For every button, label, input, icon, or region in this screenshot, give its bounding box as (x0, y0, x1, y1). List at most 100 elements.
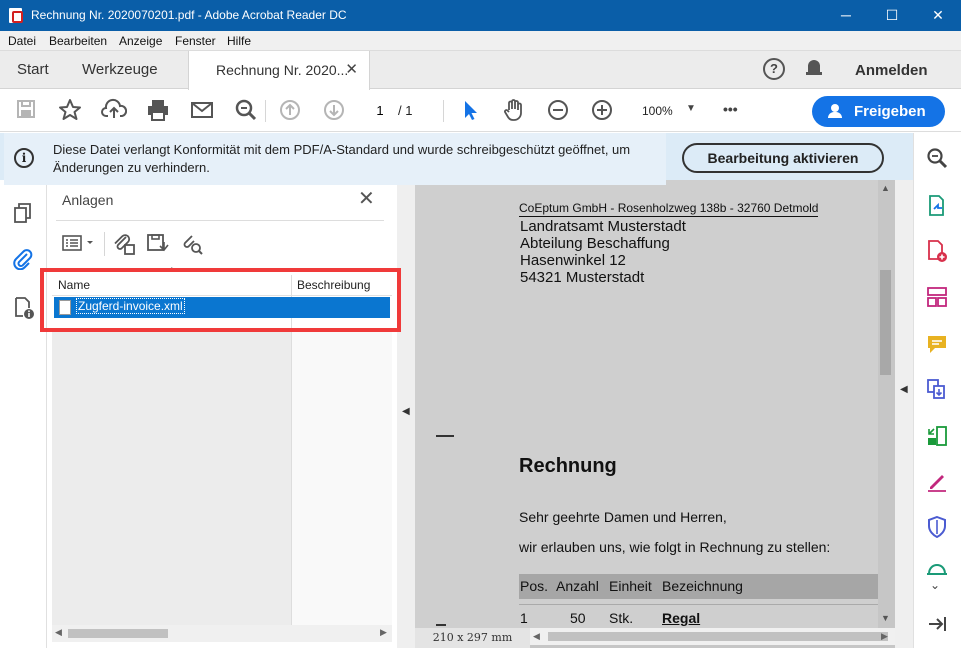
address-line: Landratsamt Musterstadt (520, 218, 686, 235)
window-title: Rechnung Nr. 2020070201.pdf - Adobe Acro… (31, 8, 347, 22)
close-button[interactable]: ✕ (915, 0, 961, 31)
comment-icon[interactable] (926, 333, 948, 355)
help-icon[interactable]: ? (763, 58, 785, 80)
save-icon[interactable] (13, 98, 39, 124)
zoom-search-icon[interactable] (926, 147, 948, 169)
search-icon[interactable] (233, 98, 259, 124)
document-properties-icon[interactable] (12, 296, 34, 319)
sender-line: CoEptum GmbH - Rosenholzweg 138b - 32760… (519, 201, 819, 217)
panel-close-icon[interactable]: ✕ (358, 186, 375, 211)
page-size-label: 210 x 297 mm (415, 628, 530, 648)
more-tools-icon[interactable]: ••• (723, 101, 738, 117)
print-icon[interactable] (145, 98, 171, 124)
share-button[interactable]: Freigeben (812, 96, 945, 127)
tab-start[interactable]: Start (17, 51, 49, 89)
options-menu-icon[interactable] (62, 232, 98, 256)
table-header-cell: Anzahl (556, 578, 599, 594)
compress-pdf-icon[interactable] (926, 425, 948, 447)
export-pdf-icon[interactable] (926, 195, 948, 217)
table-header-cell: Pos. (520, 578, 549, 594)
signin-button[interactable]: Anmelden (855, 62, 928, 79)
page-up-icon[interactable] (277, 98, 303, 124)
search-attachment-icon[interactable] (180, 232, 204, 256)
hand-tool-icon[interactable] (501, 98, 527, 124)
attachments-list-area (52, 330, 292, 625)
open-attachment-icon[interactable] (112, 232, 136, 256)
document-scrollbar-thumb[interactable] (880, 270, 891, 375)
user-add-icon (828, 104, 842, 118)
menu-anzeige[interactable]: Anzeige (119, 34, 162, 48)
page-number-input[interactable] (368, 100, 392, 122)
scroll-left-icon[interactable]: ◀ (533, 631, 540, 642)
toolbar-divider (265, 100, 266, 122)
star-icon[interactable] (57, 98, 83, 124)
organize-pages-icon[interactable] (926, 286, 948, 308)
expand-right-pane-icon[interactable]: ◀ (900, 384, 908, 395)
panel-scrollbar-thumb[interactable] (68, 629, 168, 638)
panel-title: Anlagen (62, 192, 114, 208)
table-header-cell: Einheit (609, 578, 652, 594)
document-title: Rechnung (519, 455, 617, 477)
scroll-down-icon[interactable]: ▼ (881, 613, 890, 623)
collapse-rail-icon[interactable] (926, 614, 948, 636)
right-pane-collapse-strip[interactable] (895, 180, 913, 648)
acrobat-pdf-icon (9, 8, 23, 23)
zoom-out-icon[interactable] (545, 98, 571, 124)
document-hscroll-thumb[interactable] (548, 632, 888, 641)
select-cursor-icon[interactable] (457, 98, 483, 124)
combine-files-icon[interactable] (926, 378, 948, 400)
scroll-right-icon[interactable]: ▶ (380, 627, 387, 638)
scroll-left-icon[interactable]: ◀ (55, 627, 62, 638)
table-header-cell: Bezeichnung (662, 578, 743, 594)
protect-shield-icon[interactable] (926, 515, 948, 539)
info-icon: i (14, 148, 34, 168)
scroll-up-icon[interactable]: ▲ (881, 183, 890, 193)
page-total: / 1 (398, 103, 413, 118)
email-icon[interactable] (189, 98, 215, 124)
menu-fenster[interactable]: Fenster (175, 34, 216, 48)
table-cell: 1 (520, 610, 528, 626)
table-cell: Regal (662, 610, 701, 626)
address-line: Hasenwinkel 12 (520, 252, 626, 269)
bell-icon[interactable] (806, 60, 822, 78)
greeting-text: Sehr geehrte Damen und Herren, (519, 509, 727, 525)
minimize-button[interactable]: ─ (823, 0, 869, 31)
save-attachment-icon[interactable] (146, 232, 170, 256)
menu-hilfe[interactable]: Hilfe (227, 34, 251, 48)
page-down-icon[interactable] (321, 98, 347, 124)
rail-scroll-down-icon[interactable]: ⌄ (930, 578, 940, 592)
address-line: Abteilung Beschaffung (520, 235, 670, 252)
scroll-right-icon[interactable]: ▶ (881, 631, 888, 642)
menu-datei[interactable]: Datei (8, 34, 36, 48)
zoom-in-icon[interactable] (589, 98, 615, 124)
chevron-down-icon[interactable]: ▼ (686, 103, 696, 114)
panel-tool-divider (104, 232, 105, 256)
attachments-description-area (292, 330, 392, 625)
cloud-upload-icon[interactable] (101, 98, 128, 124)
maximize-button[interactable]: ☐ (869, 0, 915, 31)
collapse-panel-icon[interactable]: ◀ (402, 406, 410, 417)
fill-sign-icon[interactable] (926, 470, 948, 492)
enable-editing-button[interactable]: Bearbeitung aktivieren (682, 143, 884, 173)
toolbar-divider (443, 100, 444, 122)
fold-mark (436, 624, 446, 626)
share-button-label: Freigeben (854, 103, 926, 120)
table-row-divider (519, 604, 878, 605)
tab-werkzeuge[interactable]: Werkzeuge (82, 51, 158, 89)
tab-document-label: Rechnung Nr. 2020... (216, 62, 349, 78)
highlight-box (40, 268, 401, 332)
zoom-level[interactable]: 100% (642, 104, 673, 118)
attachment-paperclip-icon[interactable] (12, 248, 34, 271)
menu-bar: Datei Bearbeiten Anzeige Fenster Hilfe (0, 31, 961, 51)
tab-close-icon[interactable]: ✕ (345, 51, 358, 89)
intro-text: wir erlauben uns, wie folgt in Rechnung … (519, 539, 831, 555)
address-line: 54321 Musterstadt (520, 269, 645, 286)
create-pdf-icon[interactable] (926, 240, 948, 262)
menu-bearbeiten[interactable]: Bearbeiten (49, 34, 107, 48)
panel-divider (56, 220, 384, 221)
notice-text: Diese Datei verlangt Konformität mit dem… (53, 142, 631, 175)
tab-document[interactable]: Rechnung Nr. 2020... ✕ (188, 51, 370, 90)
page-thumbnails-icon[interactable] (12, 202, 34, 224)
table-cell: 50 (570, 610, 586, 626)
table-cell: Stk. (609, 610, 634, 626)
